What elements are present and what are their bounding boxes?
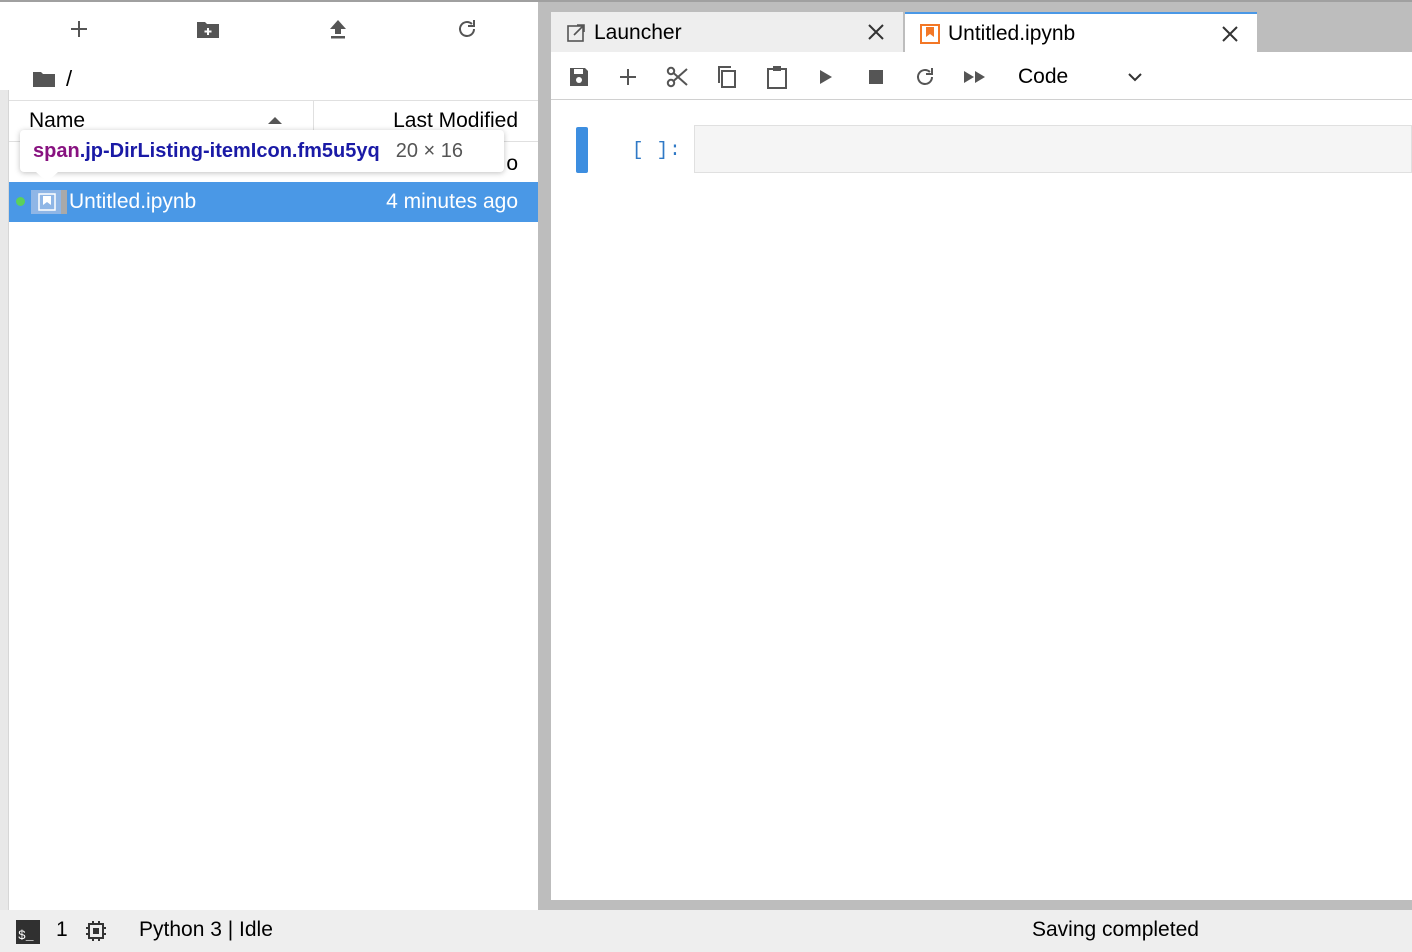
fast-forward-icon (964, 71, 985, 83)
file-name: Untitled.ipynb (69, 190, 197, 213)
stop-icon (869, 70, 883, 84)
folder-icon[interactable] (32, 69, 56, 89)
tab-bar: Launcher Untitled.ipynb (551, 2, 1412, 54)
upload-button[interactable] (323, 14, 353, 44)
status-bar: $_ 1 Python 3 | Idle Saving completed (0, 910, 1412, 952)
restart-button[interactable] (910, 62, 940, 92)
breadcrumb-root[interactable]: / (66, 66, 72, 92)
save-button[interactable] (564, 62, 594, 92)
plus-icon (71, 21, 87, 37)
plus-icon (620, 69, 636, 85)
terminal-icon[interactable]: $_ (16, 920, 40, 944)
copy-button[interactable] (712, 62, 742, 92)
inspector-tooltip-arrow (36, 172, 58, 182)
paste-button[interactable] (762, 62, 792, 92)
save-icon (570, 68, 588, 86)
list-item-selected[interactable]: Untitled.ipynb 4 minutes ago (9, 182, 538, 222)
notebook-file-icon (31, 190, 63, 214)
inspector-selector: .jp-DirListing-itemIcon.fm5u5yq (79, 139, 380, 162)
cell-editor[interactable] (694, 125, 1412, 173)
tab-launcher[interactable]: Launcher (551, 12, 903, 54)
new-folder-icon (197, 22, 219, 38)
inspector-tooltip: span .jp-DirListing-itemIcon.fm5u5yq 20 ×… (20, 130, 504, 172)
file-last-modified: 4 minutes ago (386, 190, 518, 213)
cell-type-value: Code (1018, 65, 1069, 88)
interrupt-button[interactable] (861, 62, 891, 92)
clipboard-icon (767, 66, 787, 89)
launch-icon (567, 24, 585, 42)
kernel-chip-icon[interactable] (85, 920, 107, 942)
input-prompt: [ ]: (632, 139, 682, 161)
close-icon[interactable] (1221, 25, 1239, 43)
panel-splitter[interactable] (538, 2, 551, 910)
code-cell[interactable]: [ ]: (576, 125, 1412, 173)
chevron-down-icon (1128, 73, 1142, 82)
notebook-panel: [ ]: (551, 100, 1412, 900)
tab-label: Untitled.ipynb (948, 22, 1076, 45)
restart-run-all-button[interactable] (960, 62, 990, 92)
refresh-button[interactable] (452, 14, 482, 44)
file-browser-toolbar (0, 2, 538, 58)
run-button[interactable] (811, 62, 841, 92)
notebook-toolbar: Code (551, 52, 1412, 100)
refresh-icon (917, 68, 933, 85)
insert-cell-button[interactable] (613, 62, 643, 92)
list-item-fragment: o (506, 152, 518, 175)
copy-icon (718, 66, 736, 88)
status-message: Saving completed (1032, 918, 1199, 941)
close-icon[interactable] (867, 23, 885, 41)
inspector-tag: span (33, 139, 80, 162)
kernel-status[interactable]: Python 3 | Idle (139, 918, 273, 942)
tab-label: Launcher (594, 21, 682, 44)
new-folder-button[interactable] (193, 14, 223, 44)
upload-icon (330, 20, 346, 39)
terminal-count[interactable]: 1 (56, 918, 68, 942)
refresh-icon (459, 20, 475, 37)
breadcrumb: / (32, 66, 72, 92)
running-indicator (16, 197, 25, 206)
panel-left-edge (0, 90, 9, 910)
inspector-padding-highlight (61, 190, 67, 214)
scissors-icon (666, 66, 688, 88)
tab-untitled-notebook[interactable]: Untitled.ipynb (905, 12, 1257, 54)
dock-bottom-border (538, 900, 1412, 910)
cell-collapser[interactable] (576, 127, 588, 173)
inspector-dimensions: 20 × 16 (395, 139, 464, 162)
cell-type-dropdown[interactable]: Code (1018, 62, 1158, 92)
cut-button[interactable] (663, 62, 693, 92)
play-icon (820, 70, 832, 84)
notebook-icon (920, 24, 940, 44)
new-launcher-button[interactable] (64, 14, 94, 44)
sort-ascending-icon[interactable] (267, 115, 283, 125)
